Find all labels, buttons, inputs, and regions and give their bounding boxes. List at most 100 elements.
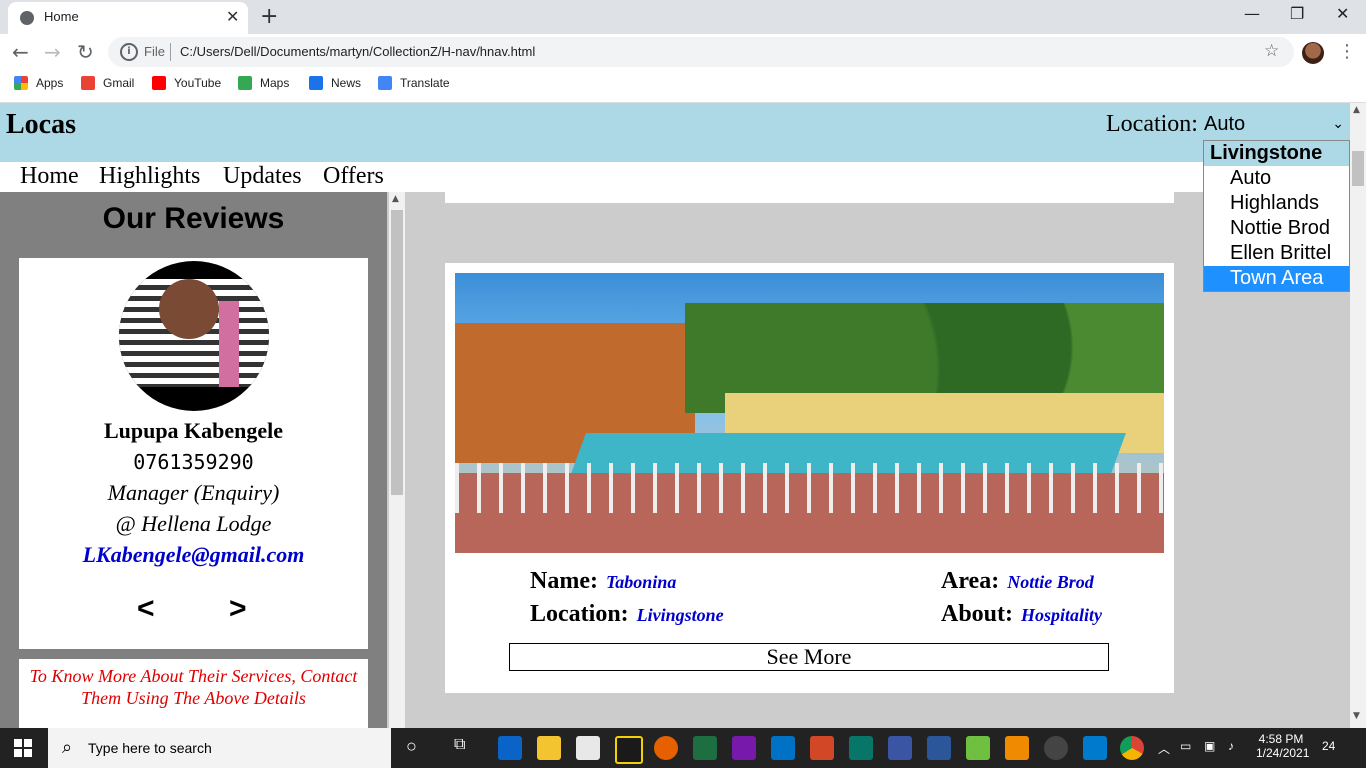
translate-icon	[378, 76, 392, 90]
forward-icon[interactable]: →	[44, 40, 61, 64]
address-bar[interactable]: i File C:/Users/Dell/Documents/martyn/Co…	[108, 37, 1294, 67]
reviewer-avatar	[119, 261, 269, 411]
sidebar-scrollbar[interactable]: ▲	[389, 192, 405, 728]
store-icon[interactable]	[576, 736, 600, 760]
excel-icon[interactable]	[693, 736, 717, 760]
reviewer-email[interactable]: LKabengele@gmail.com	[19, 542, 368, 568]
windows-taskbar: ⌕ Type here to search ○ ⧉ ︿ ▭ ▣ ♪ 4:58 P…	[0, 728, 1366, 768]
reviewer-role: Manager (Enquiry)	[107, 480, 280, 505]
location-select-value: Auto	[1204, 113, 1246, 135]
minimize-icon[interactable]: —	[1244, 4, 1260, 23]
site-logo[interactable]: Locas	[6, 109, 76, 141]
dropdown-option-town-area[interactable]: Town Area	[1204, 266, 1349, 291]
apps-icon	[14, 76, 28, 90]
bookmark-youtube[interactable]: YouTube	[152, 76, 221, 90]
task-view-icon[interactable]: ⧉	[454, 736, 465, 754]
listing-card: Name: Tabonina Location: Livingstone Are…	[445, 263, 1174, 693]
notification-count: 24	[1322, 739, 1336, 753]
close-tab-icon[interactable]: ✕	[226, 7, 239, 26]
dropdown-option-nottie-brod[interactable]: Nottie Brod	[1204, 216, 1349, 241]
file-explorer-icon[interactable]	[537, 736, 561, 760]
see-more-button[interactable]: See More	[509, 643, 1109, 671]
dropdown-option-ellen-brittel[interactable]: Ellen Brittel	[1204, 241, 1349, 266]
nav-home[interactable]: Home	[20, 163, 79, 190]
listing-area-row: Area: Nottie Brod	[941, 568, 1094, 595]
url-text[interactable]: C:/Users/Dell/Documents/martyn/Collectio…	[180, 44, 535, 59]
vlc-icon[interactable]	[1005, 736, 1029, 760]
firefox-icon[interactable]	[654, 736, 678, 760]
about-value: Hospitality	[1021, 605, 1103, 625]
bluestacks-icon[interactable]	[966, 736, 990, 760]
name-label: Name:	[530, 568, 598, 594]
page-viewport: Locas Location: Auto ⌄ Home Highlights U…	[0, 103, 1350, 728]
sidebar-scroll-thumb[interactable]	[391, 210, 403, 495]
onenote-icon[interactable]	[732, 736, 756, 760]
pycharm-icon[interactable]	[615, 736, 643, 764]
site-nav: Home Highlights Updates Offers	[0, 162, 1350, 192]
bookmark-news[interactable]: News	[309, 76, 361, 90]
outlook-icon[interactable]	[771, 736, 795, 760]
bookmark-translate[interactable]: Translate	[378, 76, 450, 90]
youtube-icon	[152, 76, 166, 90]
listing-name-row: Name: Tabonina	[530, 568, 676, 595]
bookmark-star-icon[interactable]: ☆	[1264, 41, 1279, 61]
restore-icon[interactable]: ❐	[1290, 4, 1304, 23]
new-tab-icon[interactable]: +	[260, 4, 278, 29]
taskbar-search[interactable]: ⌕ Type here to search	[48, 728, 391, 768]
bookmark-gmail[interactable]: Gmail	[81, 76, 134, 90]
nav-offers[interactable]: Offers	[323, 163, 384, 190]
profile-avatar[interactable]	[1302, 42, 1324, 64]
tab-strip: Home ✕ + — ❐ ✕	[0, 0, 1366, 34]
area-label: Area:	[941, 568, 1000, 594]
next-review-button[interactable]: >	[229, 592, 247, 626]
location-dropdown: Livingstone Auto Highlands Nottie Brod E…	[1203, 140, 1350, 292]
obs-icon[interactable]	[1044, 736, 1068, 760]
dropdown-option-highlands[interactable]: Highlands	[1204, 191, 1349, 216]
word-icon[interactable]	[927, 736, 951, 760]
notifications-icon[interactable]: 24	[1322, 739, 1335, 753]
tray-chevron-icon[interactable]: ︿	[1158, 740, 1170, 757]
dropdown-option-auto[interactable]: Auto	[1204, 166, 1349, 191]
scroll-up-icon[interactable]: ▲	[392, 194, 399, 204]
edge-icon[interactable]	[498, 736, 522, 760]
bookmark-maps[interactable]: Maps	[238, 76, 289, 90]
chrome-icon[interactable]	[1120, 736, 1144, 760]
nav-updates[interactable]: Updates	[223, 163, 302, 190]
windows-start-icon[interactable]	[14, 739, 32, 757]
reviewer-place: @ Hellena Lodge	[115, 511, 272, 536]
reviewer-name: Lupupa Kabengele	[103, 418, 284, 443]
nav-highlights[interactable]: Highlights	[99, 163, 200, 190]
listing-about-row: About: Hospitality	[941, 601, 1102, 628]
scroll-up-icon[interactable]: ▲	[1353, 105, 1360, 115]
taskbar-clock[interactable]: 4:58 PM 1/24/2021	[1256, 732, 1309, 760]
location-field-label: Location:	[530, 601, 629, 627]
location-label: Location:	[1106, 111, 1198, 137]
dropdown-group-label: Livingstone	[1204, 141, 1349, 166]
powerpoint-icon[interactable]	[810, 736, 834, 760]
chevron-down-icon: ⌄	[1332, 115, 1344, 131]
info-icon[interactable]: i	[120, 43, 138, 61]
prev-review-button[interactable]: <	[137, 592, 155, 626]
page-scrollbar[interactable]: ▲ ▼	[1350, 103, 1366, 728]
site-header: Locas Location: Auto ⌄	[0, 103, 1350, 162]
visio-icon[interactable]	[888, 736, 912, 760]
reviews-sidebar: Our Reviews Lupupa Kabengele 0761359290 …	[0, 192, 387, 728]
network-icon[interactable]: ▣	[1204, 739, 1215, 753]
back-icon[interactable]: ←	[12, 40, 29, 64]
battery-icon[interactable]: ▭	[1180, 739, 1191, 753]
photo-fence	[455, 463, 1164, 513]
menu-icon[interactable]: ⋮	[1338, 41, 1356, 62]
publisher-icon[interactable]	[849, 736, 873, 760]
reload-icon[interactable]: ↻	[77, 40, 94, 64]
scroll-down-icon[interactable]: ▼	[1353, 711, 1360, 721]
bookmark-apps[interactable]: Apps	[14, 76, 63, 90]
cortana-icon[interactable]: ○	[406, 736, 417, 757]
window-close-icon[interactable]: ✕	[1336, 4, 1349, 23]
location-select[interactable]: Auto ⌄	[1204, 113, 1350, 139]
previous-listing-card	[445, 192, 1174, 203]
volume-icon[interactable]: ♪	[1228, 739, 1234, 753]
browser-tab[interactable]: Home ✕	[8, 2, 248, 34]
page-scroll-thumb[interactable]	[1352, 151, 1364, 186]
browser-toolbar: ← → ↻ i File C:/Users/Dell/Documents/mar…	[0, 34, 1366, 70]
vscode-icon[interactable]	[1083, 736, 1107, 760]
